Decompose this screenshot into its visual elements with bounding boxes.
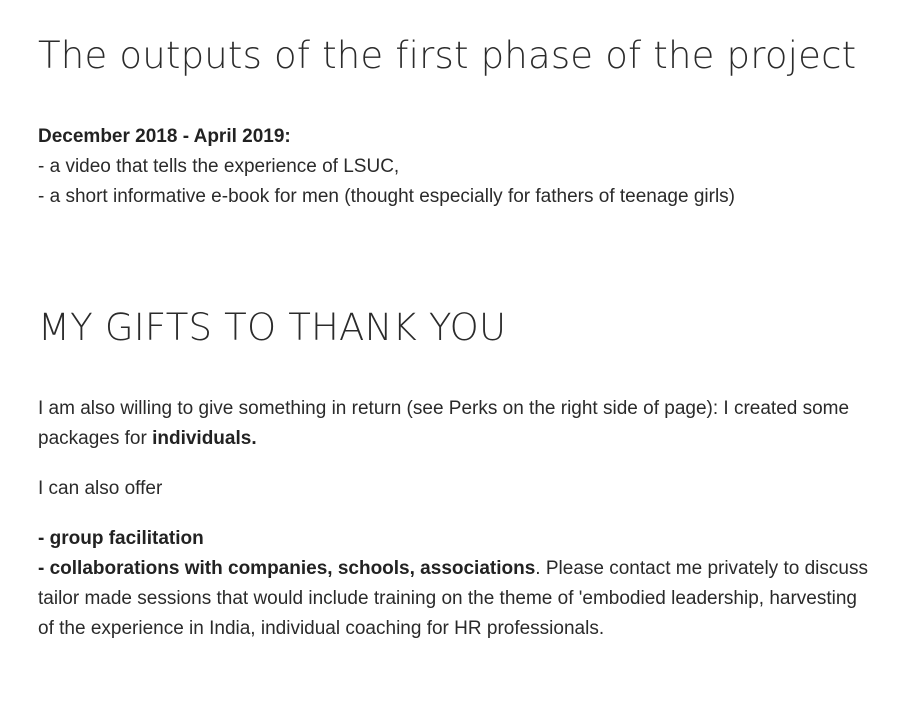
outputs-block: December 2018 - April 2019: - a video th… xyxy=(38,122,735,212)
output-item-ebook: - a short informative e-book for men (th… xyxy=(38,186,736,207)
offer-list-paragraph: - group facilitation - collaborations wit… xyxy=(38,524,878,644)
offer-item-group-facilitation: - group facilitation xyxy=(38,528,204,549)
gifts-intro-paragraph: I am also willing to give something in r… xyxy=(38,394,878,454)
offer-paragraph: I can also offer xyxy=(38,478,163,499)
output-item-video: - a video that tells the experience of L… xyxy=(38,156,400,177)
period-label: December 2018 - April 2019: xyxy=(38,126,291,147)
outputs-heading: The outputs of the first phase of the pr… xyxy=(38,34,857,77)
gifts-heading: MY GIFTS TO THANK YOU xyxy=(38,306,507,349)
gifts-block: I am also willing to give something in r… xyxy=(38,394,878,644)
offer-item-collaborations: - collaborations with companies, schools… xyxy=(38,558,536,579)
gifts-intro-bold: individuals. xyxy=(152,428,257,449)
